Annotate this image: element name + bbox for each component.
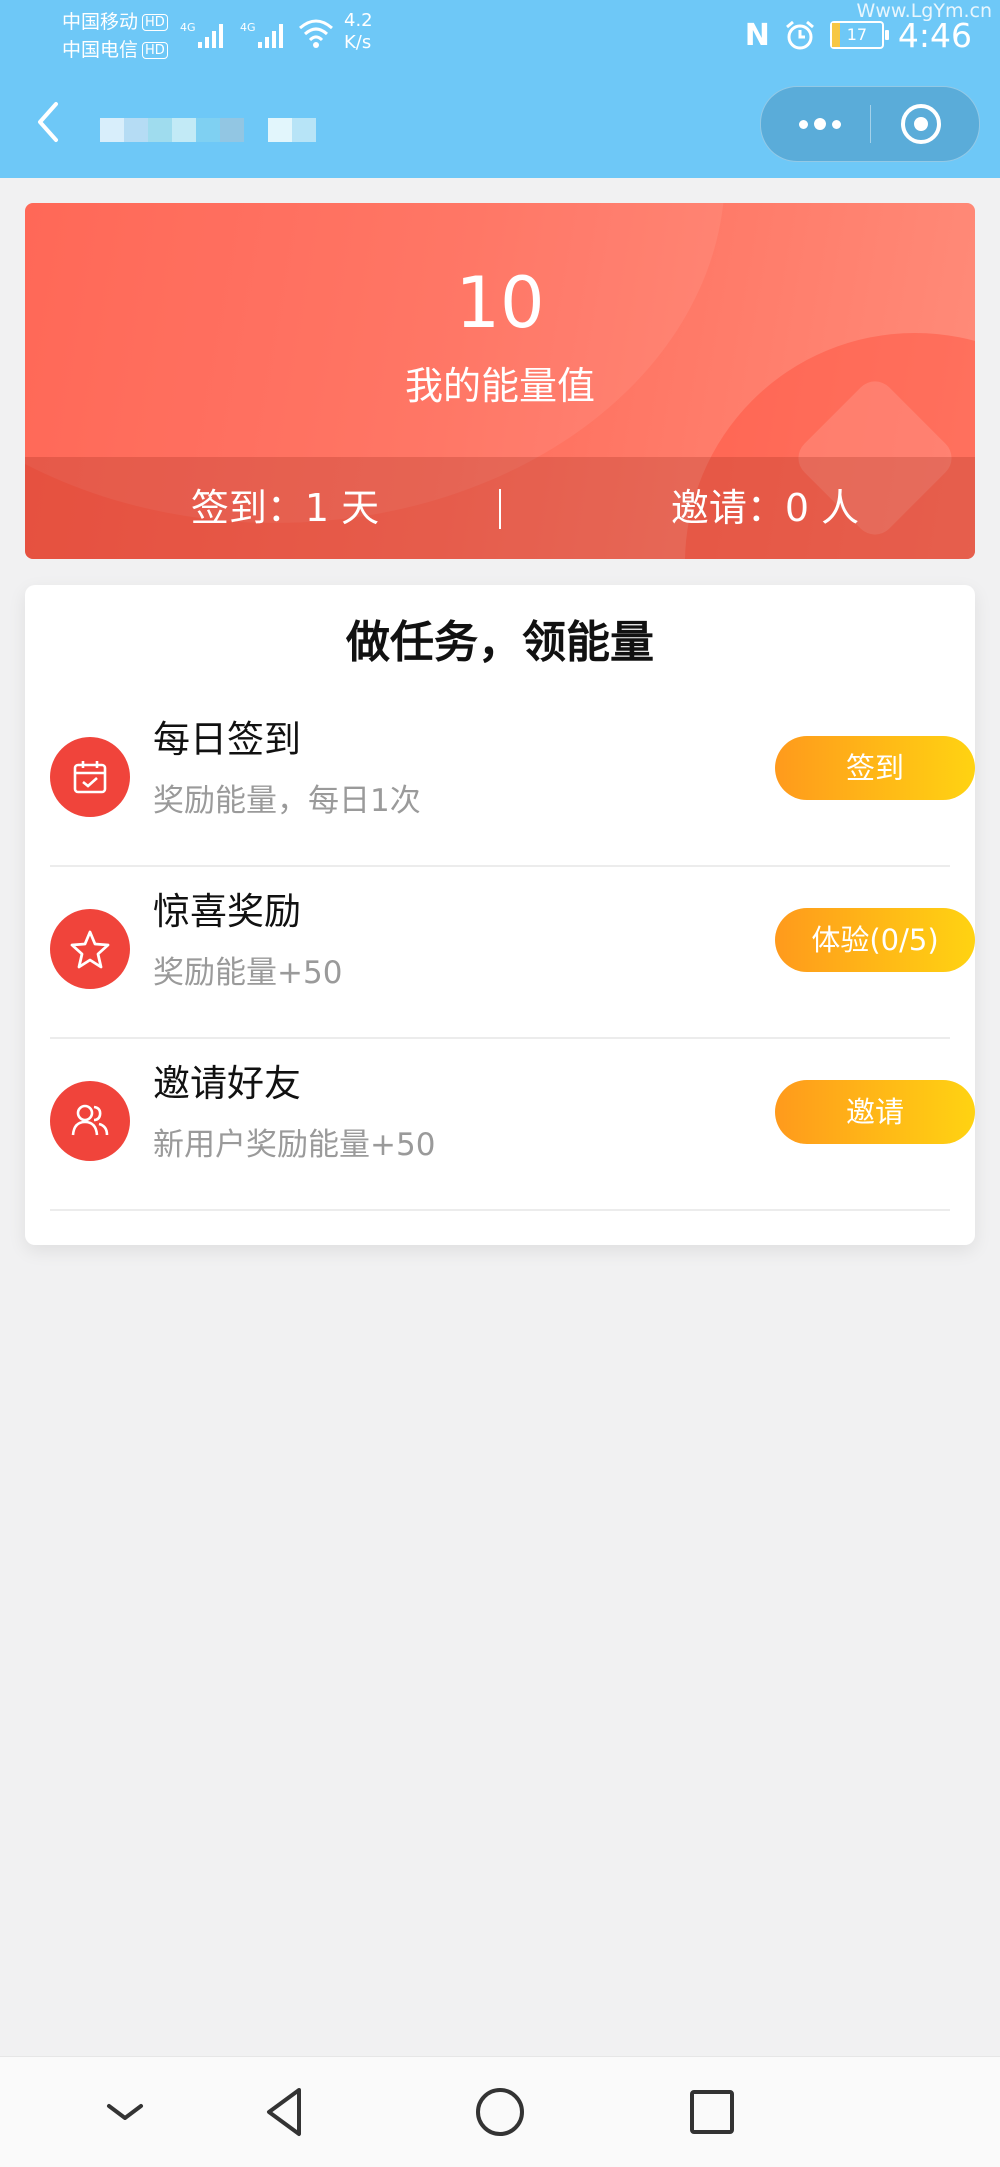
network-speed: 4.2 K/s	[344, 10, 373, 54]
signal-icon: 4G	[240, 21, 283, 48]
top-bar: 中国移动 HD 中国电信 HD 4G 4G 4.2 K/s Www.LgYm.cn …	[0, 0, 1000, 178]
capsule-divider	[870, 105, 871, 143]
energy-card: 10 我的能量值 签到：1 天 邀请：0 人	[25, 203, 975, 559]
carrier-2: 中国电信	[62, 39, 139, 61]
star-icon	[50, 909, 130, 989]
circle-home-icon	[476, 2088, 524, 2136]
try-button[interactable]: 体验(0/5)	[775, 908, 975, 972]
alarm-icon	[785, 20, 814, 50]
energy-label: 我的能量值	[404, 364, 595, 408]
energy-stats: 签到：1 天 邀请：0 人	[25, 457, 975, 559]
back-button[interactable]	[34, 100, 64, 144]
invite-button[interactable]: 邀请	[775, 1080, 975, 1144]
page-title-blurred	[100, 118, 316, 142]
users-icon	[50, 1081, 130, 1161]
task-name: 每日签到	[153, 718, 301, 761]
close-mini-program-button[interactable]	[891, 99, 951, 149]
nav-back-button[interactable]	[255, 2082, 315, 2142]
battery-level: 17	[846, 25, 868, 44]
chevron-left-icon	[38, 102, 58, 142]
battery-fill	[831, 23, 841, 47]
calendar-icon	[50, 737, 130, 817]
task-desc: 奖励能量，每日1次	[153, 783, 421, 819]
task-card-title: 做任务，领能量	[346, 617, 654, 668]
nav-collapse-button[interactable]	[95, 2082, 155, 2142]
system-nav-bar	[0, 2056, 1000, 2167]
speed-value: 4.2	[344, 10, 373, 31]
triangle-back-icon	[267, 2088, 301, 2136]
wifi-icon	[299, 19, 333, 48]
invite-count: 邀请：0 人	[670, 486, 860, 530]
more-button[interactable]	[783, 97, 857, 151]
nfc-icon: N	[744, 17, 770, 53]
clock: 4:46	[897, 15, 972, 55]
carrier-info: 中国移动 HD 中国电信 HD	[62, 8, 168, 64]
task-row-invite-friends: 邀请好友 新用户奖励能量+50 邀请	[50, 1037, 975, 1211]
mini-program-capsule	[760, 86, 980, 162]
checkin-button[interactable]: 签到	[775, 736, 975, 800]
nav-home-button[interactable]	[470, 2082, 530, 2142]
signal-icon: 4G	[180, 21, 223, 48]
task-name: 邀请好友	[153, 1062, 301, 1105]
network-type: 4G	[180, 21, 196, 34]
status-right: N 17 4:46	[745, 10, 972, 60]
hd-badge: HD	[142, 14, 168, 31]
task-card: 做任务，领能量 每日签到 奖励能量，每日1次 签到 惊喜奖励 奖励能量+50 体…	[25, 585, 975, 1245]
task-row-surprise-reward: 惊喜奖励 奖励能量+50 体验(0/5)	[50, 865, 975, 1039]
chevron-down-icon	[107, 2104, 143, 2120]
speed-unit: K/s	[344, 32, 372, 53]
energy-value: 10	[455, 262, 545, 344]
checkin-days: 签到：1 天	[190, 486, 380, 530]
task-row-daily-checkin: 每日签到 奖励能量，每日1次 签到	[50, 693, 975, 867]
task-desc: 新用户奖励能量+50	[153, 1127, 436, 1163]
carrier-1: 中国移动	[62, 11, 139, 33]
task-desc: 奖励能量+50	[153, 955, 343, 991]
status-bar: 中国移动 HD 中国电信 HD 4G 4G 4.2 K/s Www.LgYm.cn …	[0, 0, 1000, 70]
task-name: 惊喜奖励	[153, 890, 301, 933]
battery-icon: 17	[829, 21, 889, 49]
stats-divider	[499, 489, 501, 529]
nav-recents-button[interactable]	[682, 2082, 742, 2142]
square-recents-icon	[690, 2090, 734, 2134]
network-type: 4G	[240, 21, 256, 34]
hd-badge: HD	[142, 42, 168, 59]
